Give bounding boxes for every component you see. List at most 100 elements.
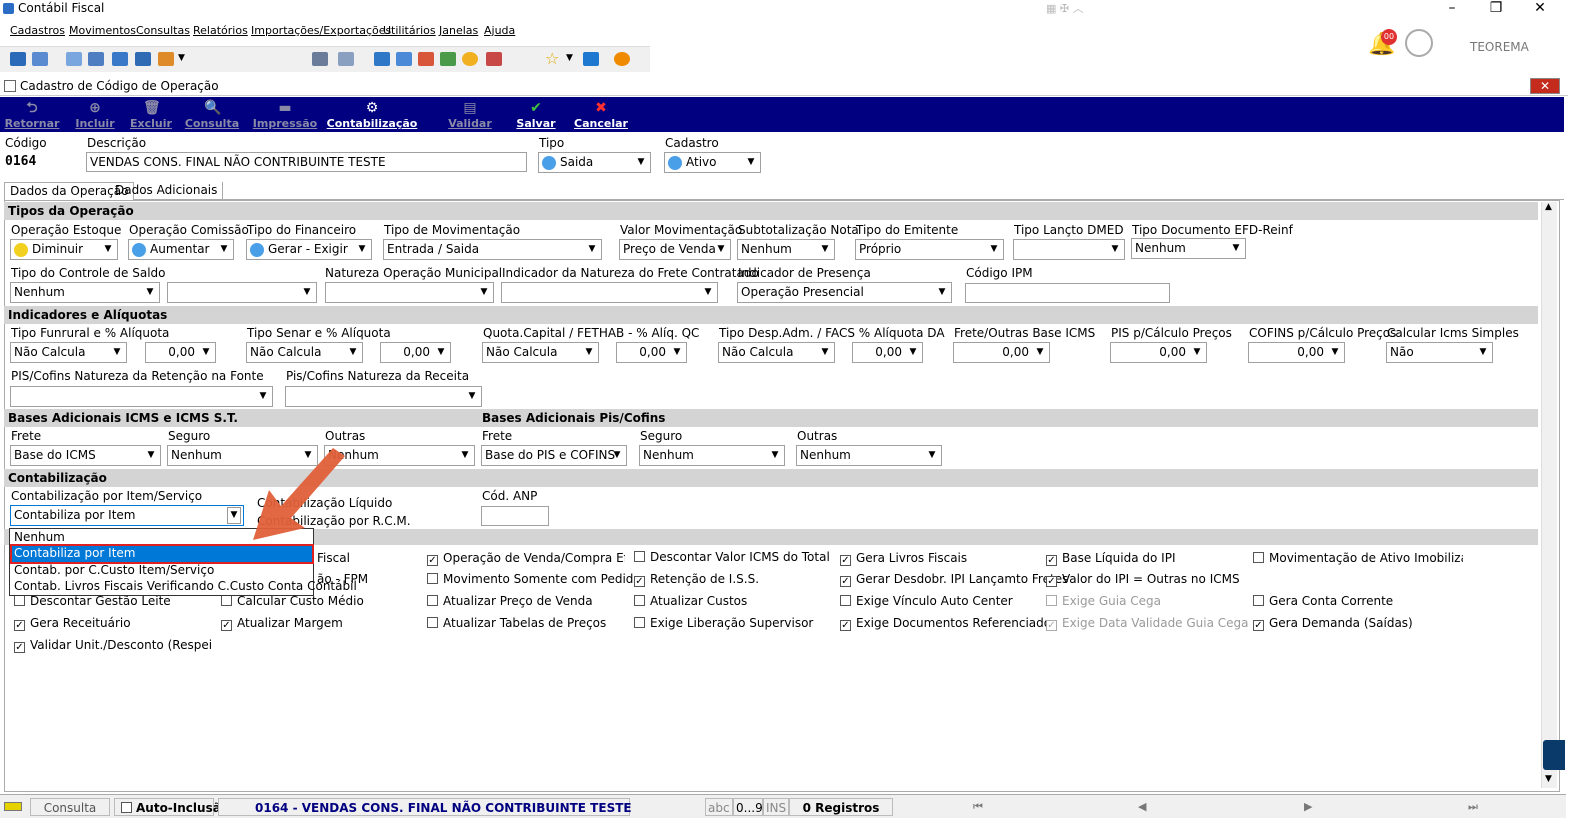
check-atualizar-margem[interactable]: ✓ Atualizar Margem xyxy=(221,616,343,631)
funrural-pct-select[interactable]: 0,00 ▼ xyxy=(145,342,216,363)
cofins-select[interactable]: 0,00 ▼ xyxy=(1248,342,1345,363)
toolbar-icon-12[interactable] xyxy=(462,52,478,66)
check-gera-livros-fiscais[interactable]: ✓ Gera Livros Fiscais xyxy=(840,551,967,566)
op-comissao-select[interactable]: Aumentar ▼ xyxy=(128,239,234,260)
menu-utilitarios[interactable]: Utilitários xyxy=(383,24,436,37)
check-exige-liberacao-supervisor[interactable]: Exige Liberação Supervisor xyxy=(634,616,813,630)
desp-select[interactable]: Não Calcula ▼ xyxy=(718,342,835,363)
ipm-input[interactable] xyxy=(965,283,1170,303)
check-gerar-desdobr-ipi[interactable]: ✓ Gerar Desdobr. IPI Lançamto Fretes xyxy=(840,572,1068,587)
check-atualizar-tabelas-precos[interactable]: Atualizar Tabelas de Preços xyxy=(427,616,606,630)
check-operacao-venda-compra[interactable]: ✓Operação de Venda/Compra Efetiva xyxy=(427,551,625,566)
pis-outras-select[interactable]: Nenhum ▼ xyxy=(796,445,942,466)
nat-mun-select[interactable]: ▼ xyxy=(325,282,494,303)
consulta-button[interactable]: 🔍 Consulta xyxy=(182,99,242,131)
dropdown-option-livros-fiscais[interactable]: Contab. Livros Fiscais Verificando C.Cus… xyxy=(12,579,357,595)
last-record-icon[interactable]: ⏭ xyxy=(1468,800,1478,814)
scroll-down-icon[interactable]: ▼ xyxy=(1545,774,1552,784)
next-record-icon[interactable]: ▶ xyxy=(1304,800,1312,813)
toolbar-icon-6[interactable] xyxy=(135,52,151,66)
toolbar-icon-8[interactable] xyxy=(312,52,328,66)
funrural-select[interactable]: Não Calcula ▼ xyxy=(10,342,127,363)
star-icon[interactable]: ☆ xyxy=(545,49,559,68)
check-validar-unit[interactable]: ✓Validar Unit./Desconto (Respeita F9 xyxy=(14,638,212,653)
menu-janelas[interactable]: Janelas xyxy=(439,24,478,37)
close-app-button[interactable]: ✕ xyxy=(1520,0,1560,18)
first-record-icon[interactable]: ⏮ xyxy=(973,800,983,814)
tipo-select[interactable]: Saida ▼ xyxy=(538,152,651,173)
salvar-button[interactable]: ✔ Salvar xyxy=(512,99,560,131)
check-base-liquida-ipi[interactable]: ✓ Base Líquida do IPI xyxy=(1046,551,1175,566)
auto-inclusao-checkbox[interactable]: Auto-Inclusão xyxy=(114,798,229,816)
frete-icms-select[interactable]: 0,00 ▼ xyxy=(953,342,1050,363)
check-descontar-valor-icms[interactable]: Descontar Valor ICMS do Total N.F. - xyxy=(634,550,832,564)
check-gera-demanda[interactable]: ✓ Gera Demanda (Saídas) xyxy=(1253,616,1413,631)
ind-frete-select[interactable]: ▼ xyxy=(501,282,718,303)
menu-importacoes[interactable]: Importações/Exportações xyxy=(251,24,391,37)
efd-select[interactable]: Nenhum ▼ xyxy=(1131,238,1246,259)
senar-pct-select[interactable]: 0,00 ▼ xyxy=(380,342,451,363)
menu-consultas[interactable]: Consultas xyxy=(136,24,190,37)
retornar-button[interactable]: ⮌ Retornar xyxy=(4,99,60,131)
tipo-mov-select[interactable]: Entrada / Saida ▼ xyxy=(383,239,602,260)
toolbar-icon-7[interactable] xyxy=(158,52,174,66)
check-calcular-custo-medio[interactable]: Calcular Custo Médio xyxy=(221,594,364,608)
anp-input[interactable] xyxy=(481,506,549,526)
calculator-icon[interactable] xyxy=(396,52,412,66)
toolbar-icon-9[interactable] xyxy=(338,52,354,66)
cadastro-select[interactable]: Ativo ▼ xyxy=(664,152,761,173)
toolbar-icon-11[interactable] xyxy=(440,52,456,66)
prev-record-icon[interactable]: ◀ xyxy=(1138,800,1146,813)
toolbar-icon-2[interactable] xyxy=(32,52,48,66)
check-atualizar-custos[interactable]: Atualizar Custos xyxy=(634,594,747,608)
ctrl-saldo-extra-select[interactable]: ▼ xyxy=(167,282,317,303)
contabilizacao-button[interactable]: ⚙ Contabilização xyxy=(326,99,418,131)
check-atualizar-preco-venda[interactable]: Atualizar Preço de Venda xyxy=(427,594,593,608)
check-exige-data-validade-guia-cega[interactable]: ✓ Exige Data Validade Guia Cega xyxy=(1046,616,1249,631)
tab-dados-adicionais[interactable]: Dados Adicionais xyxy=(110,182,224,200)
side-handle[interactable] xyxy=(1543,740,1565,770)
quota-select[interactable]: Não Calcula ▼ xyxy=(482,342,599,363)
nat-receita-select[interactable]: ▼ xyxy=(285,386,482,407)
minimize-button[interactable]: – xyxy=(1432,0,1472,18)
cancelar-button[interactable]: ✖ Cancelar xyxy=(572,99,630,131)
icms-frete-select[interactable]: Base do ICMS ▼ xyxy=(10,445,161,466)
dmed-select[interactable]: ▼ xyxy=(1013,239,1125,260)
pis-seguro-select[interactable]: Nenhum ▼ xyxy=(639,445,785,466)
toolbar-icon-3[interactable] xyxy=(66,52,82,66)
descricao-input[interactable]: VENDAS CONS. FINAL NÃO CONTRIBUINTE TEST… xyxy=(86,152,527,172)
icms-simples-select[interactable]: Não ▼ xyxy=(1386,342,1493,363)
toolbar-icon-10[interactable] xyxy=(374,52,390,66)
check-exige-guia-cega[interactable]: Exige Guia Cega xyxy=(1046,594,1161,608)
toolbar-icon-4[interactable] xyxy=(88,52,104,66)
menu-relatorios[interactable]: Relatórios xyxy=(193,24,248,37)
ctrl-saldo-select[interactable]: Nenhum ▼ xyxy=(10,282,160,303)
impressao-button[interactable]: ▬ Impressão xyxy=(250,99,320,131)
check-retencao-iss[interactable]: ✓ Retenção de I.S.S. xyxy=(634,572,759,587)
ret-fonte-select[interactable]: ▼ xyxy=(10,386,273,407)
check-partial-fiscal[interactable]: Fiscal xyxy=(317,551,350,565)
scroll-up-icon[interactable]: ▲ xyxy=(1545,202,1552,212)
toolbar-icon-14[interactable] xyxy=(583,52,599,66)
check-exige-vinculo-auto-center[interactable]: Exige Vínculo Auto Center xyxy=(840,594,1013,608)
check-movimento-somente-pedido[interactable]: Movimento Somente com Pedido xyxy=(427,572,641,586)
pis-select[interactable]: 0,00 ▼ xyxy=(1110,342,1207,363)
dropdown-option-ccusto-item[interactable]: Contab. por C.Custo Item/Serviço xyxy=(12,563,312,579)
toolbar-icon-13[interactable] xyxy=(486,52,502,66)
toolbar-icon-5[interactable] xyxy=(112,52,128,66)
check-movimentacao-ativo[interactable]: Movimentação de Ativo Imobilizad xyxy=(1253,551,1463,565)
tipo-emitente-select[interactable]: Próprio ▼ xyxy=(855,239,1004,260)
check-valor-ipi-outras[interactable]: ✓ Valor do IPI = Outras no ICMS xyxy=(1046,572,1240,587)
check-gera-conta-corrente[interactable]: Gera Conta Corrente xyxy=(1253,594,1393,608)
incluir-button[interactable]: ⊕ Incluir xyxy=(70,99,120,131)
excluir-button[interactable]: 🗑 Excluir xyxy=(126,99,176,131)
check-exige-documentos-referenciados[interactable]: ✓ Exige Documentos Referenciados xyxy=(840,616,1057,631)
form-close-button[interactable]: ✕ xyxy=(1530,78,1560,94)
valor-mov-select[interactable]: Preço de Venda ▼ xyxy=(619,239,731,260)
validar-button[interactable]: ▤ Validar xyxy=(444,99,496,131)
toolbar-icon-1[interactable] xyxy=(10,52,26,66)
subtot-select[interactable]: Nenhum ▼ xyxy=(737,239,835,260)
vertical-scrollbar[interactable]: ▲ ▼ xyxy=(1541,202,1557,788)
calendar-icon[interactable] xyxy=(418,52,434,66)
check-gera-receituario[interactable]: ✓ Gera Receituário xyxy=(14,616,131,631)
